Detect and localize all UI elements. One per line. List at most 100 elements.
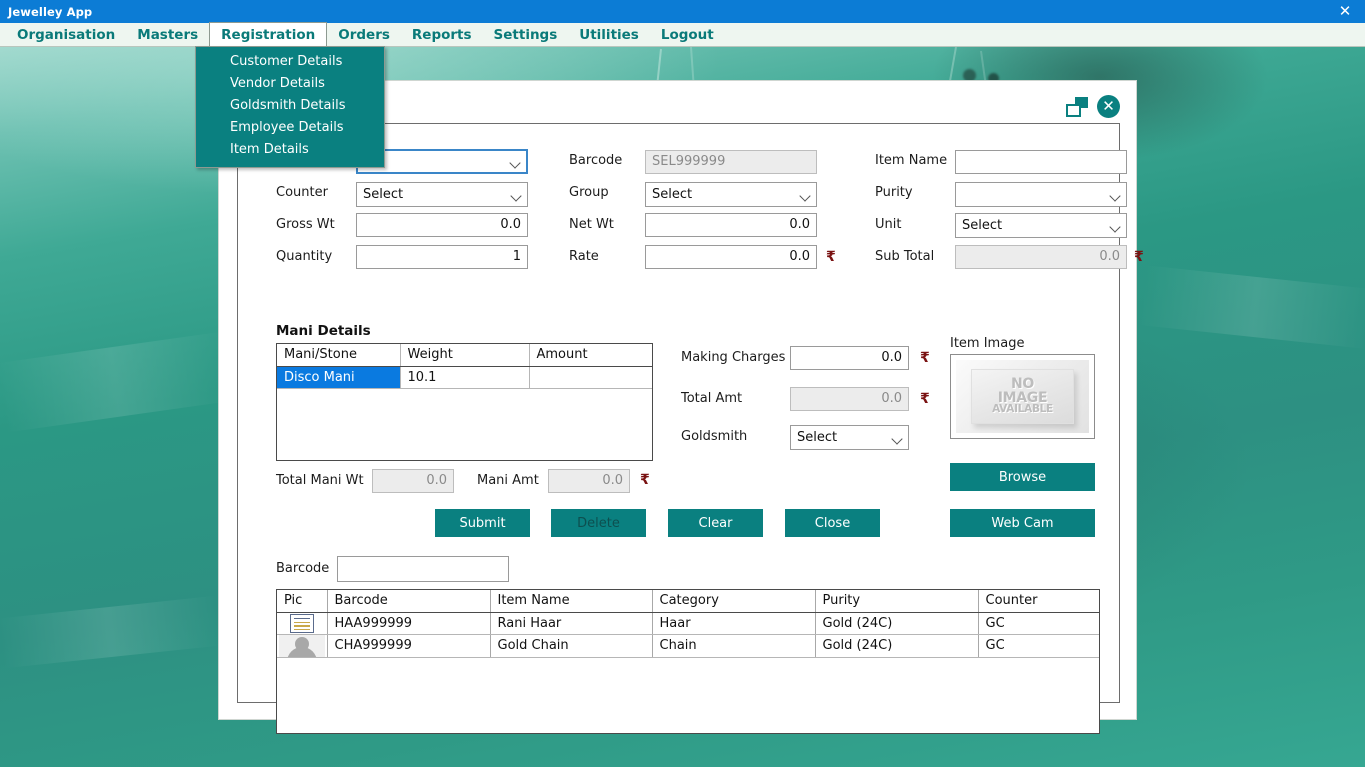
net-wt-label: Net Wt bbox=[569, 217, 614, 232]
search-barcode-input[interactable] bbox=[337, 556, 509, 582]
sub-total-readonly-field: 0.0 bbox=[955, 245, 1127, 269]
item-name-input[interactable] bbox=[955, 150, 1127, 174]
chevron-down-icon bbox=[1111, 223, 1120, 229]
rate-rupee-icon: ₹ bbox=[826, 249, 836, 265]
sub-total-rupee-icon: ₹ bbox=[1134, 249, 1144, 265]
grid-cell-pic[interactable] bbox=[277, 634, 328, 658]
grid-column-header: Item Name bbox=[490, 590, 653, 613]
group-select[interactable]: Select bbox=[645, 182, 817, 207]
menu-item-orders[interactable]: Orders bbox=[327, 23, 401, 46]
rate-input[interactable]: 0.0 bbox=[645, 245, 817, 269]
menu-item-registration[interactable]: Registration bbox=[209, 22, 328, 46]
registration-dropdown-menu: Customer Details Vendor Details Goldsmith … bbox=[195, 46, 385, 168]
window-close-icon[interactable]: ✕ bbox=[1334, 1, 1356, 22]
dropdown-item-goldsmith-details[interactable]: Goldsmith Details bbox=[196, 95, 384, 117]
chevron-down-icon bbox=[801, 192, 810, 198]
restore-window-icon[interactable] bbox=[1066, 96, 1088, 117]
no-image-line3: AVAILABLE bbox=[992, 402, 1053, 415]
chevron-down-icon bbox=[511, 159, 520, 165]
grid-cell-purity[interactable]: Gold (24C) bbox=[815, 612, 979, 635]
mani-column-header: Mani/Stone bbox=[277, 344, 401, 367]
total-amt-label: Total Amt bbox=[681, 391, 743, 406]
grid-cell-barcode[interactable]: CHA999999 bbox=[327, 634, 491, 658]
menu-item-settings[interactable]: Settings bbox=[483, 23, 569, 46]
mani-table-body: Disco Mani 10.1 bbox=[277, 366, 652, 389]
total-mani-wt-readonly-field: 0.0 bbox=[372, 469, 454, 493]
app-title-bar: Jewelley App ✕ bbox=[0, 0, 1365, 23]
mani-cell-weight[interactable]: 10.1 bbox=[400, 366, 530, 389]
unit-select[interactable]: Select bbox=[955, 213, 1127, 238]
grid-cell-purity[interactable]: Gold (24C) bbox=[815, 634, 979, 658]
dropdown-item-vendor-details[interactable]: Vendor Details bbox=[196, 73, 384, 95]
making-charges-input[interactable]: 0.0 bbox=[790, 346, 909, 370]
mani-amt-label: Mani Amt bbox=[477, 473, 539, 488]
goldsmith-label: Goldsmith bbox=[681, 429, 748, 444]
menu-item-organisation[interactable]: Organisation bbox=[6, 23, 126, 46]
net-wt-input[interactable]: 0.0 bbox=[645, 213, 817, 237]
grid-cell-barcode[interactable]: HAA999999 bbox=[327, 612, 491, 635]
barcode-readonly-field: SEL999999 bbox=[645, 150, 817, 174]
grid-cell-category[interactable]: Chain bbox=[652, 634, 816, 658]
table-row[interactable]: HAA999999 Rani Haar Haar Gold (24C) GC bbox=[277, 612, 1099, 635]
menu-item-label: Utilities bbox=[579, 26, 639, 43]
grid-cell-item-name[interactable]: Rani Haar bbox=[490, 612, 653, 635]
app-title: Jewelley App bbox=[8, 4, 93, 19]
total-mani-wt-label: Total Mani Wt bbox=[276, 473, 364, 488]
main-menu-bar: Organisation Masters Registration Orders Rep… bbox=[0, 22, 1365, 47]
purity-label: Purity bbox=[875, 185, 913, 200]
menu-item-logout[interactable]: Logout bbox=[650, 23, 725, 46]
items-results-grid[interactable]: Pic Barcode Item Name Category Purity Counter… bbox=[276, 589, 1100, 734]
dropdown-item-customer-details[interactable]: Customer Details bbox=[196, 51, 384, 73]
close-button[interactable]: Close bbox=[785, 509, 880, 537]
item-image-preview: NO IMAGE AVAILABLE bbox=[950, 354, 1095, 439]
goldsmith-select[interactable]: Select bbox=[790, 425, 909, 450]
webcam-button[interactable]: Web Cam bbox=[950, 509, 1095, 537]
purity-select[interactable] bbox=[955, 182, 1127, 207]
mani-table-row[interactable]: Disco Mani 10.1 bbox=[277, 366, 652, 389]
menu-item-reports[interactable]: Reports bbox=[401, 23, 483, 46]
table-row[interactable]: CHA999999 Gold Chain Chain Gold (24C) GC bbox=[277, 634, 1099, 658]
dropdown-item-employee-details[interactable]: Employee Details bbox=[196, 117, 384, 139]
grid-cell-counter[interactable]: GC bbox=[978, 612, 1099, 635]
mani-table-header-row: Mani/Stone Weight Amount bbox=[277, 344, 652, 367]
quantity-input[interactable]: 1 bbox=[356, 245, 528, 269]
total-amt-rupee-icon: ₹ bbox=[920, 391, 930, 407]
mani-column-header: Weight bbox=[400, 344, 530, 367]
submit-button[interactable]: Submit bbox=[435, 509, 530, 537]
grid-cell-category[interactable]: Haar bbox=[652, 612, 816, 635]
grid-column-header: Category bbox=[652, 590, 816, 613]
mani-amt-rupee-icon: ₹ bbox=[640, 472, 650, 488]
mani-details-table[interactable]: Mani/Stone Weight Amount Disco Mani 10.1 bbox=[276, 343, 653, 461]
grid-cell-pic[interactable] bbox=[277, 612, 328, 635]
browse-button[interactable]: Browse bbox=[950, 463, 1095, 491]
gross-wt-label: Gross Wt bbox=[276, 217, 335, 232]
grid-column-header: Pic bbox=[277, 590, 328, 613]
dropdown-item-item-details[interactable]: Item Details bbox=[196, 139, 384, 161]
mani-details-title: Mani Details bbox=[276, 323, 371, 339]
quantity-label: Quantity bbox=[276, 249, 333, 264]
grid-column-header: Purity bbox=[815, 590, 979, 613]
menu-item-label: Reports bbox=[411, 26, 472, 43]
unit-label: Unit bbox=[875, 217, 902, 232]
gross-wt-input[interactable]: 0.0 bbox=[356, 213, 528, 237]
menu-item-masters[interactable]: Masters bbox=[126, 23, 209, 46]
grid-cell-counter[interactable]: GC bbox=[978, 634, 1099, 658]
barcode-label: Barcode bbox=[569, 153, 623, 168]
menu-item-label: Organisation bbox=[17, 26, 116, 43]
delete-button[interactable]: Delete bbox=[551, 509, 646, 537]
dialog-content-panel: Barcode SEL999999 Item Name Counter Sele… bbox=[237, 123, 1144, 734]
mani-cell-amount[interactable] bbox=[529, 366, 652, 389]
no-image-placeholder: NO IMAGE AVAILABLE bbox=[970, 369, 1075, 424]
chevron-down-icon bbox=[1111, 192, 1120, 198]
making-charges-label: Making Charges bbox=[681, 350, 786, 365]
grid-cell-item-name[interactable]: Gold Chain bbox=[490, 634, 653, 658]
dialog-window-buttons: ✕ bbox=[1066, 95, 1120, 118]
grid-column-header: Counter bbox=[978, 590, 1099, 613]
item-details-dialog: ✕ Barcode SEL999999 Item Name Counter Se… bbox=[218, 80, 1144, 734]
counter-select[interactable]: Select bbox=[356, 182, 528, 207]
menu-item-utilities[interactable]: Utilities bbox=[568, 23, 650, 46]
grid-body: HAA999999 Rani Haar Haar Gold (24C) GC CHA999… bbox=[277, 612, 1099, 658]
mani-cell-stone[interactable]: Disco Mani bbox=[277, 366, 401, 389]
clear-button[interactable]: Clear bbox=[668, 509, 763, 537]
dialog-close-icon[interactable]: ✕ bbox=[1097, 95, 1120, 118]
